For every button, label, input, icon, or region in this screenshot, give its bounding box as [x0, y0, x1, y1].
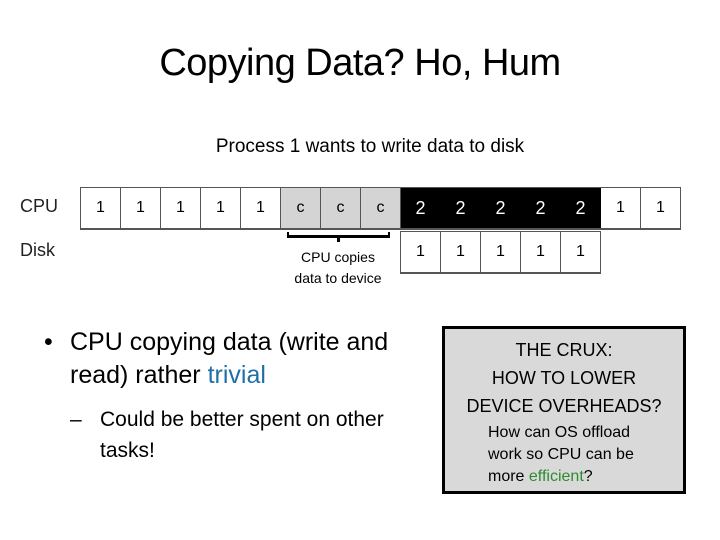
- copy-annotation-line1: CPU copies: [301, 249, 375, 265]
- crux-heading-line2: HOW TO LOWER: [491, 368, 637, 388]
- crux-body-line3-end: ?: [583, 468, 593, 485]
- cpu-slot-process2: 2: [561, 188, 601, 228]
- crux-body: How can OS offload work so CPU can be mo…: [445, 422, 683, 488]
- crux-body-line2: work so CPU can be: [488, 446, 634, 463]
- crux-body-line3: more efficient?: [488, 466, 683, 488]
- disk-slot-process1: 1: [481, 232, 521, 272]
- cpu-slot-process1: 1: [241, 188, 281, 228]
- crux-heading-line3: DEVICE OVERHEADS?: [466, 396, 662, 416]
- bullet-dash-icon: –: [70, 408, 82, 431]
- cpu-slot-copy: c: [361, 188, 401, 228]
- bullet-sub: – Could be better spent on other tasks!: [44, 404, 424, 466]
- disk-slot-process1: 1: [561, 232, 601, 272]
- copy-annotation: CPU copies data to device: [276, 247, 400, 289]
- copy-bracket-tick: [337, 237, 340, 242]
- slide-title: Copying Data? Ho, Hum: [159, 42, 561, 84]
- cpu-slot-process1: 1: [601, 188, 641, 228]
- cpu-slot-process1: 1: [201, 188, 241, 228]
- cpu-slot-process2: 2: [401, 188, 441, 228]
- slide-subtitle: Process 1 wants to write data to disk: [215, 136, 525, 157]
- crux-box: THE CRUX: HOW TO LOWER DEVICE OVERHEADS?…: [442, 326, 686, 494]
- cpu-slot-process1: 1: [121, 188, 161, 228]
- cpu-slot-process1: 1: [161, 188, 201, 228]
- disk-timeline: 11111: [400, 231, 601, 274]
- crux-body-highlight: efficient: [528, 468, 584, 485]
- disk-slot-process1: 1: [521, 232, 561, 272]
- bullet-list: • CPU copying data (write and read) rath…: [44, 326, 424, 466]
- crux-heading-line1: THE CRUX:: [515, 340, 613, 360]
- disk-slot-process1: 1: [441, 232, 481, 272]
- disk-row-label: Disk: [20, 240, 55, 260]
- crux-heading: THE CRUX: HOW TO LOWER DEVICE OVERHEADS?: [445, 336, 683, 420]
- bullet-main-highlight: trivial: [207, 361, 266, 389]
- bullet-main: • CPU copying data (write and read) rath…: [44, 326, 424, 392]
- cpu-row-label: CPU: [20, 196, 59, 216]
- cpu-slot-process2: 2: [481, 188, 521, 228]
- crux-body-line3-text: more: [488, 468, 529, 485]
- crux-body-line1: How can OS offload: [488, 424, 631, 441]
- bullet-sub-text: Could be better spent on other tasks!: [100, 408, 384, 462]
- disk-slot-process1: 1: [401, 232, 441, 272]
- cpu-slot-process2: 2: [441, 188, 481, 228]
- copy-annotation-line2: data to device: [294, 270, 382, 286]
- cpu-timeline: 11111ccc2222211: [80, 187, 681, 230]
- cpu-slot-process2: 2: [521, 188, 561, 228]
- cpu-slot-copy: c: [281, 188, 321, 228]
- cpu-slot-copy: c: [321, 188, 361, 228]
- bullet-dot-icon: •: [44, 328, 53, 356]
- cpu-slot-process1: 1: [81, 188, 121, 228]
- cpu-slot-process1: 1: [641, 188, 681, 228]
